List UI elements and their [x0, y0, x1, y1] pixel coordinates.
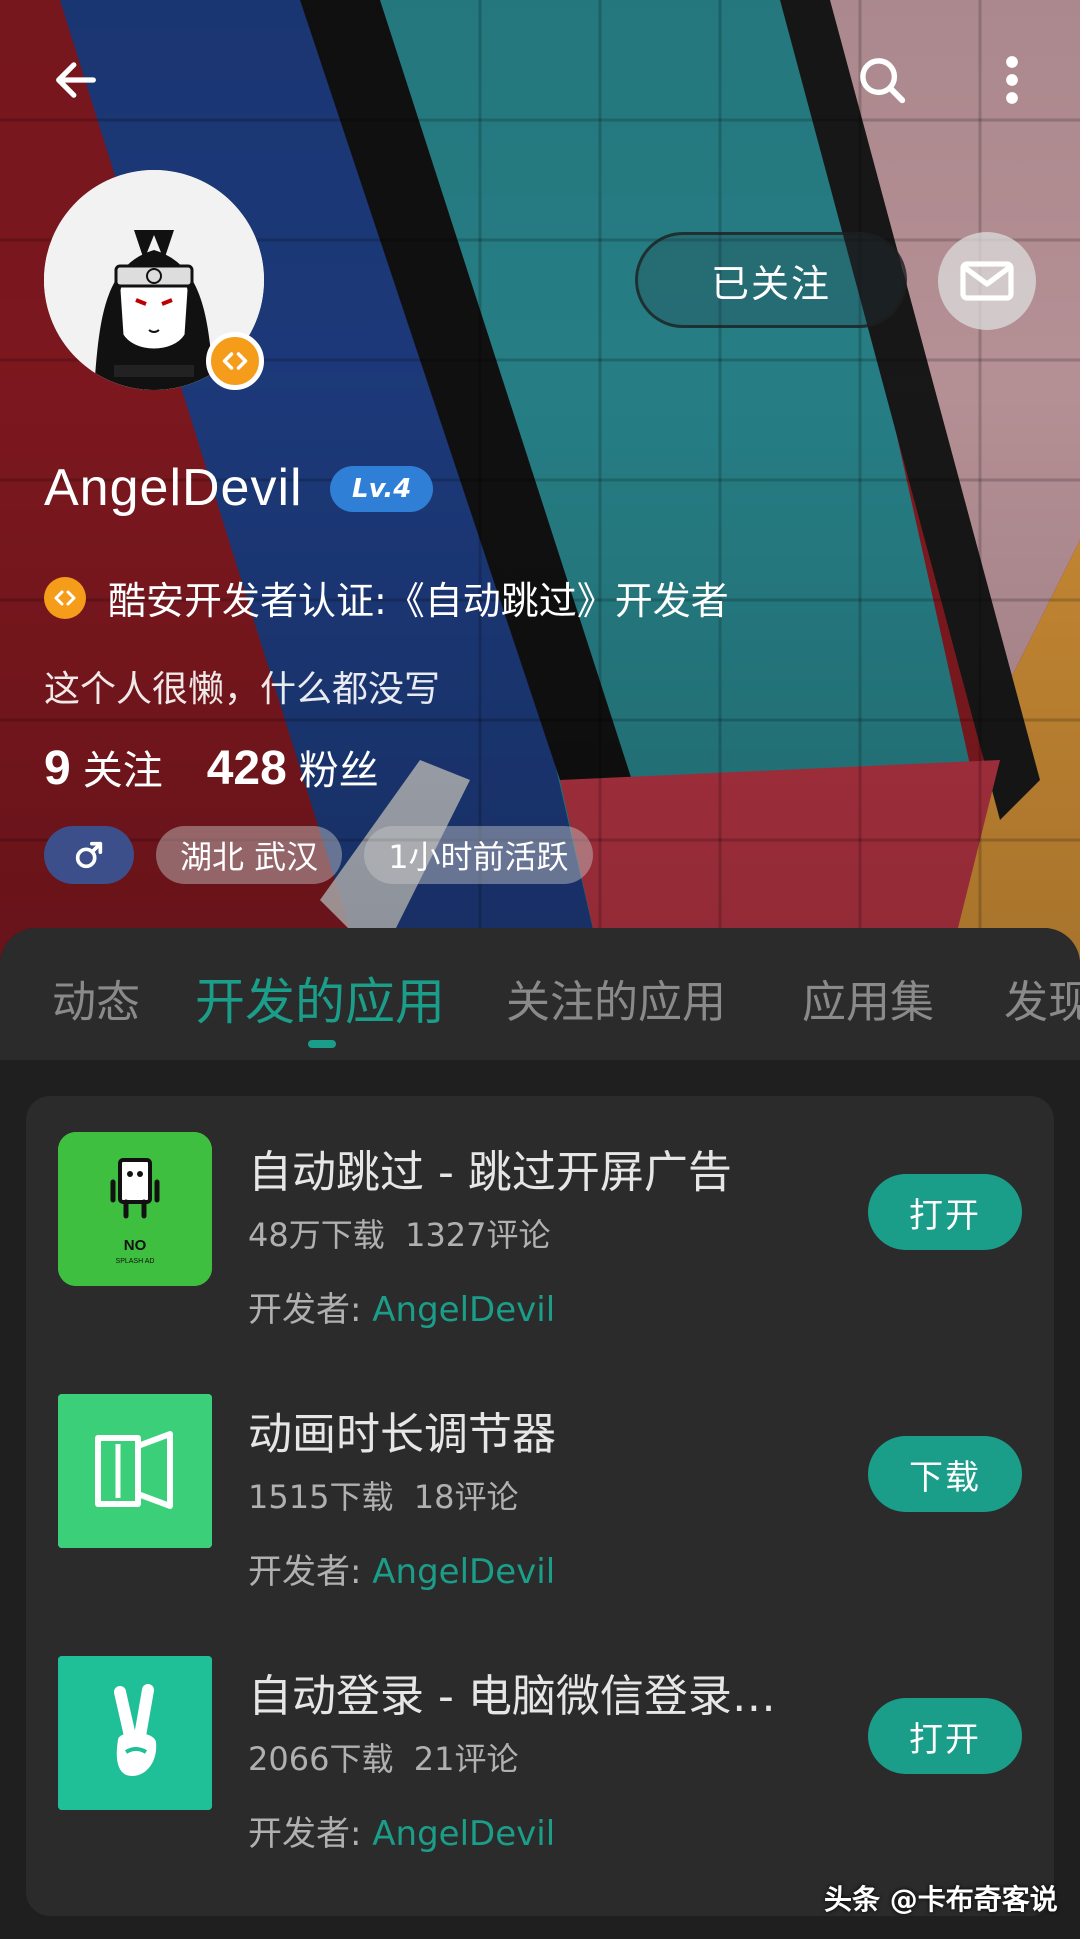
- search-button[interactable]: [842, 40, 922, 120]
- developer-label: 开发者:: [248, 1552, 362, 1592]
- location-tag: 湖北 武汉: [156, 826, 343, 884]
- comment-count: 21评论: [413, 1740, 519, 1778]
- following-label[interactable]: 关注: [83, 738, 163, 796]
- profile-tags: 湖北 武汉 1小时前活跃: [44, 826, 593, 884]
- tab-discover[interactable]: 发现: [1004, 966, 1080, 1030]
- followers-count[interactable]: 428: [207, 741, 287, 796]
- mail-icon: [960, 261, 1014, 301]
- app-icon[interactable]: NO SPLASH AD: [58, 1132, 212, 1286]
- app-list: NO SPLASH AD 自动跳过 - 跳过开屏广告 48万下载 1327评论 …: [26, 1096, 1054, 1916]
- app-icon[interactable]: [58, 1394, 212, 1548]
- tab-feed[interactable]: 动态: [52, 966, 140, 1030]
- app-developer: 开发者: AngelDevil: [248, 1282, 555, 1331]
- developer-link[interactable]: AngelDevil: [372, 1552, 555, 1592]
- content-sheet: 动态 开发的应用 关注的应用 应用集 发现 NO SPLASH AD 自动跳过 …: [0, 928, 1080, 1939]
- download-count: 1515下载: [248, 1478, 394, 1516]
- app-developer: 开发者: AngelDevil: [248, 1806, 555, 1855]
- app-icon[interactable]: [58, 1656, 212, 1810]
- code-brackets-icon: [222, 352, 248, 370]
- followers-label[interactable]: 粉丝: [299, 738, 379, 796]
- app-developer: 开发者: AngelDevil: [248, 1544, 555, 1593]
- developer-label: 开发者:: [248, 1814, 362, 1854]
- tab-followed-apps[interactable]: 关注的应用: [506, 966, 726, 1030]
- tab-developed-apps[interactable]: 开发的应用: [195, 962, 445, 1034]
- male-icon: [75, 841, 103, 869]
- watermark: 头条 @卡布奇客说: [824, 1883, 1058, 1916]
- comment-count: 1327评论: [405, 1216, 551, 1254]
- developer-certification: 酷安开发者认证:《自动跳过》开发者: [44, 570, 729, 625]
- more-vertical-icon: [1006, 56, 1018, 104]
- username: AngelDevil: [44, 459, 303, 517]
- developer-badge: [206, 332, 264, 390]
- active-tab-indicator: [308, 1040, 336, 1048]
- message-button[interactable]: [938, 232, 1036, 330]
- robot-icon: NO SPLASH AD: [58, 1132, 212, 1286]
- comment-count: 18评论: [413, 1478, 519, 1516]
- victory-hand-icon: [58, 1656, 212, 1810]
- developer-link[interactable]: AngelDevil: [372, 1814, 555, 1854]
- profile-page: 已关注 AngelDevil Lv.4 酷安开发者认证:《自动跳过》开发者 这个…: [0, 0, 1080, 1939]
- search-icon: [860, 58, 906, 104]
- gender-tag: [44, 826, 134, 884]
- following-count[interactable]: 9: [44, 741, 71, 796]
- developer-link[interactable]: AngelDevil: [372, 1290, 555, 1330]
- back-button[interactable]: [36, 40, 116, 120]
- app-stats: 2066下载 21评论: [248, 1734, 519, 1780]
- last-active-tag: 1小时前活跃: [364, 826, 593, 884]
- app-name[interactable]: 动画时长调节器: [248, 1398, 556, 1462]
- tab-bar: 动态 开发的应用 关注的应用 应用集 发现: [0, 928, 1080, 1060]
- bio-text: 这个人很懒，什么都没写: [44, 669, 441, 710]
- list-item[interactable]: 动画时长调节器 1515下载 18评论 开发者: AngelDevil 下载: [26, 1358, 1054, 1618]
- svg-text:SPLASH AD: SPLASH AD: [116, 1258, 155, 1265]
- app-stats: 1515下载 18评论: [248, 1472, 519, 1518]
- svg-text:NO: NO: [124, 1237, 147, 1254]
- certification-text: 酷安开发者认证:《自动跳过》开发者: [108, 579, 729, 623]
- developer-label: 开发者:: [248, 1290, 362, 1330]
- list-item[interactable]: NO SPLASH AD 自动跳过 - 跳过开屏广告 48万下载 1327评论 …: [26, 1096, 1054, 1356]
- level-badge[interactable]: Lv.4: [330, 466, 434, 512]
- download-count: 48万下载: [248, 1216, 385, 1254]
- tab-app-collections[interactable]: 应用集: [802, 966, 934, 1030]
- app-stats: 48万下载 1327评论: [248, 1210, 551, 1256]
- app-name[interactable]: 自动跳过 - 跳过开屏广告: [248, 1136, 732, 1200]
- following-button[interactable]: 已关注: [635, 232, 907, 328]
- download-count: 2066下载: [248, 1740, 394, 1778]
- open-button[interactable]: 打开: [868, 1698, 1022, 1774]
- profile-stats: 9 关注 428 粉丝: [44, 738, 379, 796]
- arrow-left-icon: [56, 62, 96, 98]
- download-button[interactable]: 下载: [868, 1436, 1022, 1512]
- list-item[interactable]: 自动登录 - 电脑微信登录… 2066下载 21评论 开发者: AngelDev…: [26, 1620, 1054, 1880]
- layers-icon: [58, 1394, 212, 1548]
- code-brackets-icon: [44, 576, 86, 619]
- more-options-button[interactable]: [972, 40, 1052, 120]
- app-name[interactable]: 自动登录 - 电脑微信登录…: [248, 1660, 776, 1724]
- open-button[interactable]: 打开: [868, 1174, 1022, 1250]
